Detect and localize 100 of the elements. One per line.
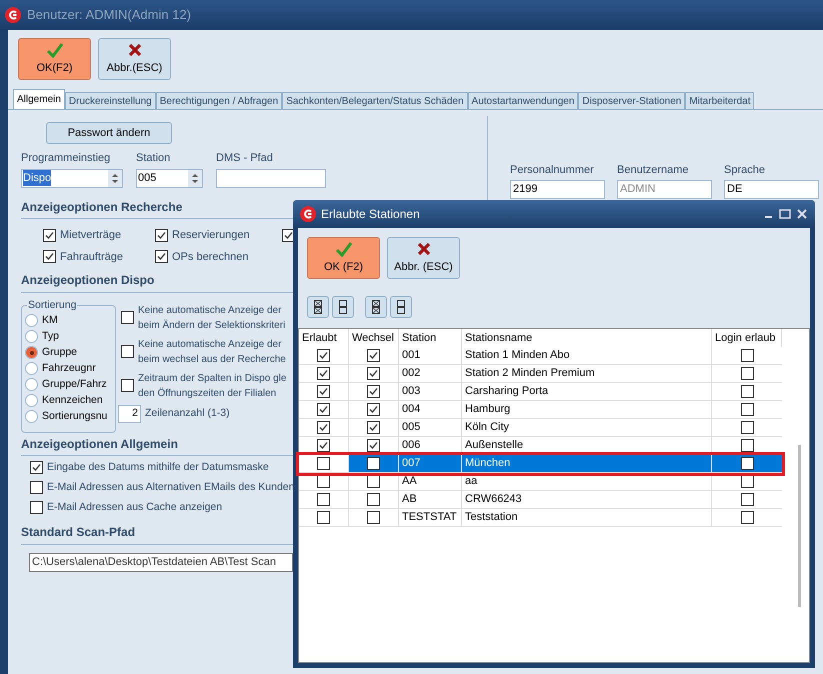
- checkbox[interactable]: [317, 493, 330, 506]
- empty-boxes-icon: [397, 300, 405, 314]
- check-all-button[interactable]: [307, 296, 329, 318]
- checkbox[interactable]: [367, 475, 380, 488]
- text-field[interactable]: 2199: [510, 180, 605, 198]
- checkbox[interactable]: [367, 421, 380, 434]
- table-row[interactable]: 004 Hamburg: [299, 401, 782, 419]
- checkbox[interactable]: [317, 439, 330, 452]
- checkbox[interactable]: [367, 493, 380, 506]
- tab[interactable]: Autostartanwendungen: [468, 92, 578, 109]
- table-row[interactable]: 001 Station 1 Minden Abo: [299, 347, 782, 365]
- checkbox[interactable]: [121, 345, 134, 358]
- table-row[interactable]: TESTSTAT Teststation: [299, 509, 782, 527]
- checkbox[interactable]: [740, 403, 754, 416]
- uncheck-all-button[interactable]: [332, 296, 354, 318]
- table-cell: München: [462, 455, 712, 472]
- option-text-line: beim Ändern der Selektionskriteri: [138, 318, 286, 332]
- checkbox[interactable]: [317, 367, 330, 380]
- radio-button[interactable]: [25, 394, 38, 407]
- table-row[interactable]: 003 Carsharing Porta: [299, 383, 782, 401]
- checkbox[interactable]: [367, 511, 380, 524]
- check-all-button[interactable]: [365, 296, 387, 318]
- radio-label: Fahrzeugnr: [42, 360, 96, 376]
- checkbox[interactable]: [30, 481, 43, 494]
- field-label: Programmeinstieg: [21, 151, 112, 166]
- checkbox[interactable]: [367, 457, 380, 470]
- option-text-line: Keine automatische Anzeige der: [138, 304, 282, 318]
- number-field[interactable]: 2: [118, 404, 141, 422]
- table-row[interactable]: AA aa: [299, 473, 782, 491]
- tab[interactable]: Mitarbeiterdat: [685, 92, 754, 109]
- text-field[interactable]: [216, 168, 326, 188]
- section-heading: Anzeigeoptionen Recherche: [21, 200, 182, 214]
- checkbox[interactable]: [317, 421, 330, 434]
- checkbox[interactable]: [121, 379, 134, 392]
- checkbox[interactable]: [740, 475, 754, 488]
- spin-field[interactable]: Dispo: [21, 168, 123, 188]
- checkbox-label: Fahraufträge: [60, 250, 123, 264]
- radio-button[interactable]: [25, 378, 38, 391]
- text-field[interactable]: DE: [724, 180, 819, 198]
- uncheck-all-button[interactable]: [390, 296, 412, 318]
- table-cell: Carsharing Porta: [462, 383, 712, 400]
- checkbox[interactable]: [317, 511, 330, 524]
- checkbox[interactable]: [43, 250, 56, 264]
- table-cell: Station 1 Minden Abo: [462, 347, 712, 364]
- checkbox[interactable]: [317, 403, 330, 416]
- ok-button[interactable]: OK(F2): [18, 38, 91, 80]
- checkbox[interactable]: [121, 311, 134, 324]
- field-label: DMS - Pfad: [216, 151, 274, 166]
- radio-button[interactable]: [25, 330, 38, 343]
- scan-path-field[interactable]: C:\Users\alena\Desktop\Testdateien AB\Test Scan: [29, 552, 293, 572]
- radio-button[interactable]: [25, 346, 38, 359]
- tab[interactable]: Sachkonten/Belegarten/Status Schäden: [282, 92, 468, 109]
- maximize-icon[interactable]: [779, 209, 791, 219]
- table-row[interactable]: AB CRW66243: [299, 491, 782, 509]
- checkbox[interactable]: [155, 228, 168, 242]
- radio-button[interactable]: [25, 362, 38, 375]
- checkbox[interactable]: [367, 439, 380, 452]
- cancel-button[interactable]: Abbr.(ESC): [98, 38, 171, 80]
- checkbox[interactable]: [367, 385, 380, 398]
- table-cell: Teststation: [462, 509, 712, 526]
- checkbox[interactable]: [740, 349, 754, 362]
- radio-label: Gruppe: [42, 344, 78, 360]
- checkbox[interactable]: [367, 403, 380, 416]
- checkbox[interactable]: [30, 461, 43, 474]
- table-row[interactable]: 007 München: [299, 455, 782, 473]
- checkbox[interactable]: [740, 493, 754, 506]
- checkbox[interactable]: [155, 250, 168, 264]
- spin-field[interactable]: 005: [136, 168, 203, 188]
- radio-button[interactable]: [25, 314, 38, 327]
- checkbox[interactable]: [317, 385, 330, 398]
- tab[interactable]: Druckereinstellung: [64, 92, 156, 109]
- checkbox[interactable]: [740, 457, 754, 470]
- tab[interactable]: Disposerver-Stationen: [578, 92, 686, 109]
- checkbox[interactable]: [740, 511, 754, 524]
- radio-label: Sortierungsnu: [42, 408, 108, 424]
- close-icon[interactable]: [796, 208, 808, 220]
- scrollbar-thumb[interactable]: [798, 445, 801, 607]
- checkbox[interactable]: [740, 385, 754, 398]
- checkbox[interactable]: [43, 228, 56, 242]
- section-heading: Standard Scan-Pfad: [21, 525, 136, 540]
- column-header: Login erlaub: [712, 329, 782, 347]
- tab[interactable]: Allgemein: [13, 89, 65, 109]
- tab[interactable]: Berechtigungen / Abfragen: [156, 92, 282, 109]
- checkbox[interactable]: [317, 457, 330, 470]
- table-row[interactable]: 002 Station 2 Minden Premium: [299, 365, 782, 383]
- table-row[interactable]: 005 Köln City: [299, 419, 782, 437]
- checkbox[interactable]: [367, 349, 380, 362]
- checkbox[interactable]: [282, 228, 293, 242]
- radio-button[interactable]: [25, 410, 38, 423]
- option-text-line: Zeitraum der Spalten in Dispo gle: [138, 372, 286, 386]
- checkbox[interactable]: [317, 349, 330, 362]
- cancel-button[interactable]: Abbr. (ESC): [387, 237, 460, 279]
- change-password-button[interactable]: Passwort ändern: [46, 122, 172, 144]
- checkbox[interactable]: [740, 439, 754, 452]
- checkbox[interactable]: [740, 367, 754, 380]
- checkbox[interactable]: [367, 367, 380, 380]
- checkbox[interactable]: [317, 475, 330, 488]
- checkbox[interactable]: [30, 500, 43, 514]
- checkbox[interactable]: [740, 421, 754, 434]
- ok-button[interactable]: OK (F2): [307, 237, 380, 279]
